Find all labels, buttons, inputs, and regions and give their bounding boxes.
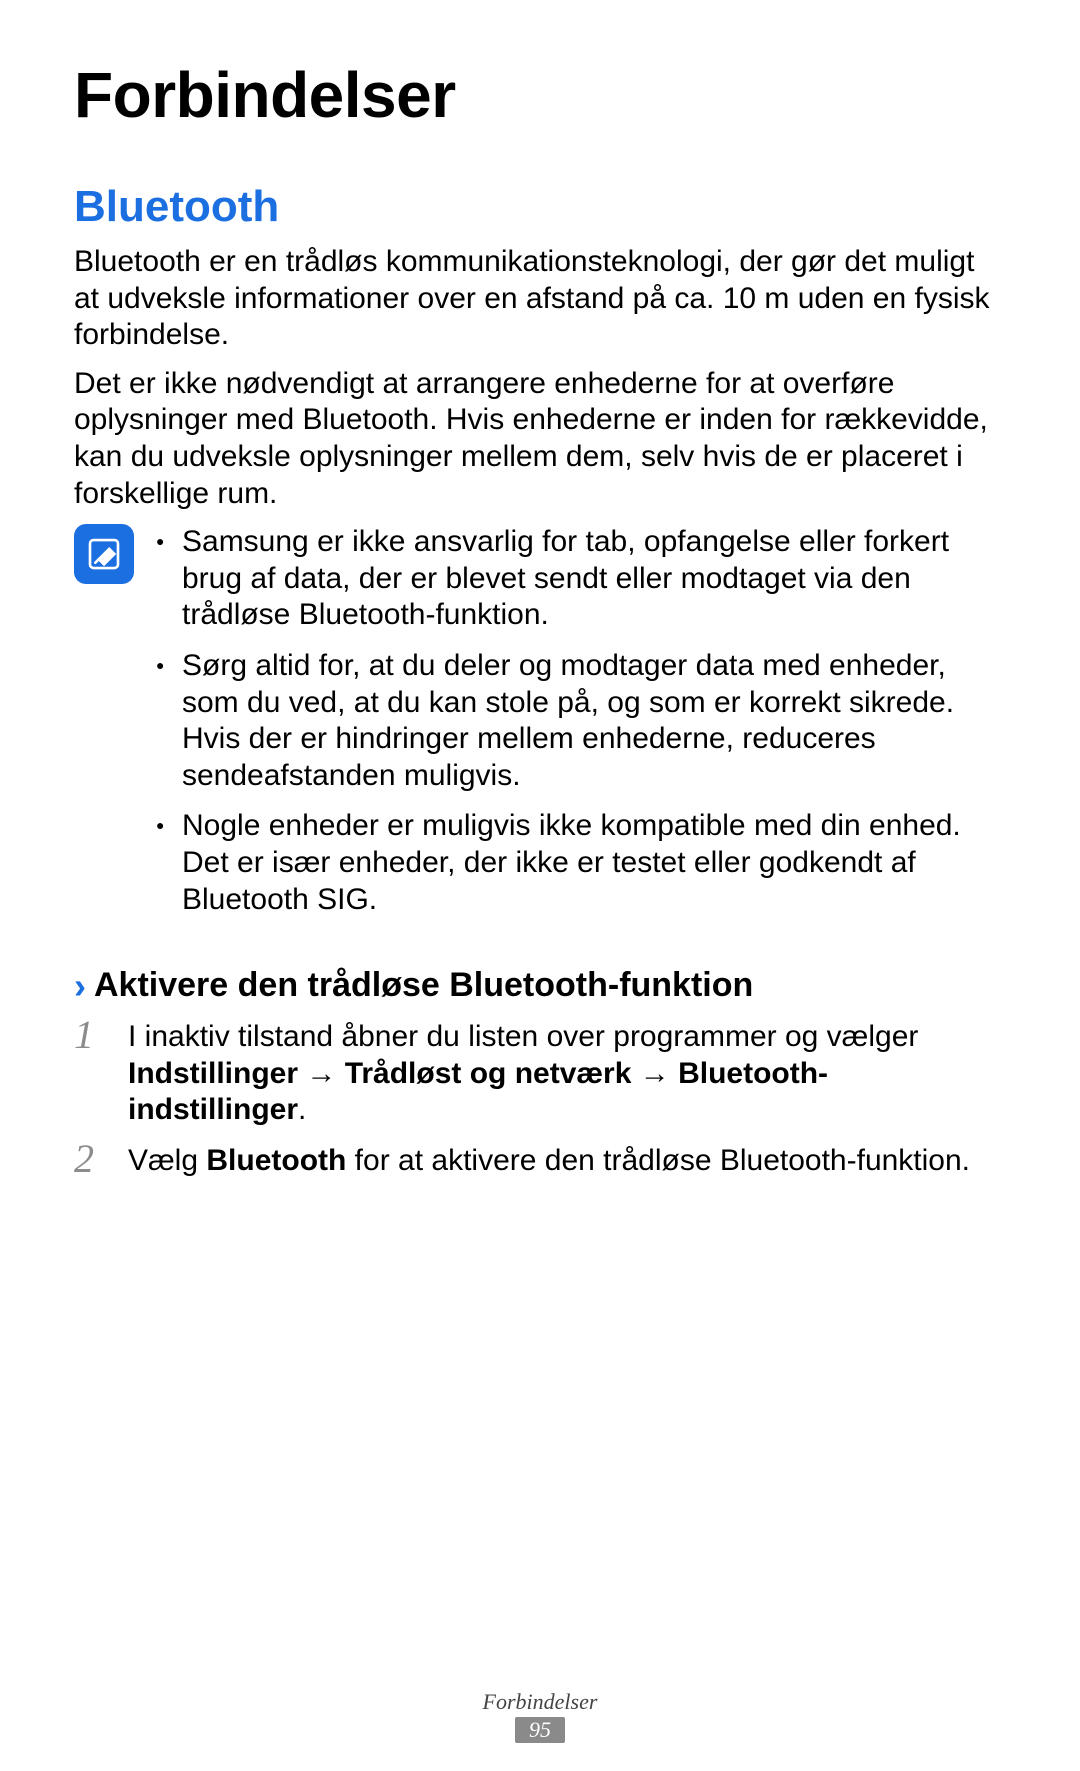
chapter-title: Forbindelser <box>74 58 1006 132</box>
step-number: 1 <box>74 1015 114 1129</box>
step-arrow: → <box>631 1057 678 1090</box>
step-bold: Trådløst og netværk <box>345 1057 632 1090</box>
step-arrow: → <box>298 1057 345 1090</box>
note-item: Sørg altid for, at du deler og modtager … <box>152 648 1006 794</box>
note-item: Nogle enheder er muligvis ikke kompatibl… <box>152 808 1006 918</box>
document-page: Forbindelser Bluetooth Bluetooth er en t… <box>0 0 1080 1771</box>
note-list: Samsung er ikke ansvarlig for tab, opfan… <box>152 524 1006 932</box>
footer-page-number: 95 <box>515 1717 565 1743</box>
footer-section-name: Forbindelser <box>0 1689 1080 1715</box>
step-text: . <box>298 1093 306 1126</box>
step-text: for at aktivere den trådløse Bluetooth-f… <box>346 1144 970 1177</box>
note-icon <box>74 524 134 584</box>
step-bold: Bluetooth <box>206 1144 346 1177</box>
subsection: › Aktivere den trådløse Bluetooth-funkti… <box>74 966 1006 1179</box>
steps-list: 1 I inaktiv tilstand åbner du listen ove… <box>74 1015 1006 1179</box>
step-text: I inaktiv tilstand åbner du listen over … <box>128 1020 918 1053</box>
chevron-right-icon: › <box>74 968 86 1004</box>
section-title: Bluetooth <box>74 182 1006 232</box>
step-bold: Indstillinger <box>128 1057 298 1090</box>
step-number: 2 <box>74 1139 114 1180</box>
intro-paragraph-2: Det er ikke nødvendigt at arrangere enhe… <box>74 366 1006 512</box>
subsection-heading: › Aktivere den trådløse Bluetooth-funkti… <box>74 966 1006 1005</box>
step-text: Vælg <box>128 1144 206 1177</box>
subsection-title: Aktivere den trådløse Bluetooth-funktion <box>94 966 753 1005</box>
page-footer: Forbindelser 95 <box>0 1689 1080 1743</box>
step-body: Vælg Bluetooth for at aktivere den trådl… <box>128 1139 1006 1180</box>
note-item: Samsung er ikke ansvarlig for tab, opfan… <box>152 524 1006 634</box>
step-item: 1 I inaktiv tilstand åbner du listen ove… <box>74 1015 1006 1129</box>
step-body: I inaktiv tilstand åbner du listen over … <box>128 1015 1006 1129</box>
note-block: Samsung er ikke ansvarlig for tab, opfan… <box>74 524 1006 932</box>
step-item: 2 Vælg Bluetooth for at aktivere den trå… <box>74 1139 1006 1180</box>
intro-paragraph-1: Bluetooth er en trådløs kommunikationste… <box>74 244 1006 354</box>
